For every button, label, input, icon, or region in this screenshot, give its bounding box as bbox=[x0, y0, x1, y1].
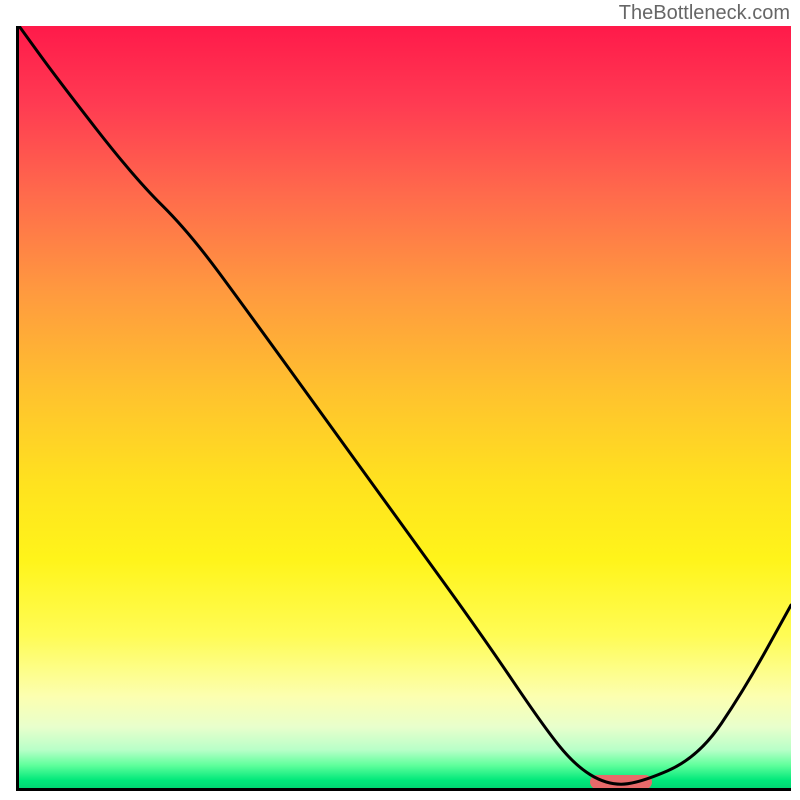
bottleneck-curve bbox=[19, 26, 791, 788]
plot-area bbox=[16, 26, 791, 791]
chart-container: TheBottleneck.com bbox=[0, 0, 800, 800]
watermark-text: TheBottleneck.com bbox=[619, 2, 790, 25]
